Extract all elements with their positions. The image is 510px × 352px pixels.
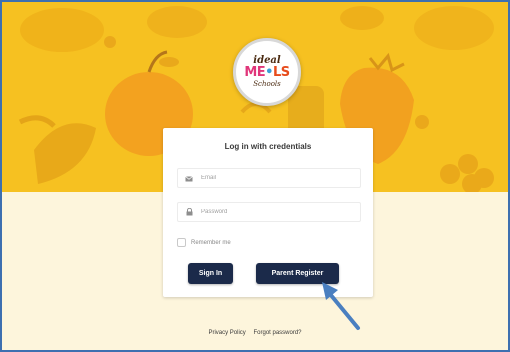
envelope-icon: [181, 169, 197, 187]
logo-main-text: ME•LS: [244, 65, 290, 80]
grape-shape: [440, 164, 460, 184]
logo-me: ME: [244, 65, 266, 80]
forgot-password-link[interactable]: Forgot password?: [253, 330, 301, 336]
apple-leaf: [159, 57, 179, 67]
footer-links: Privacy Policy Forgot password?: [2, 330, 508, 336]
fruit-shape: [340, 6, 384, 30]
seed-shape: [415, 115, 429, 129]
leaf-shape: [34, 123, 96, 184]
login-card: Log in with credentials Remember me Sign…: [163, 128, 373, 297]
ideal-meals-logo: ideal ME•LS Schools: [233, 38, 301, 106]
sign-in-button[interactable]: Sign In: [188, 263, 233, 284]
fruit-shape: [20, 8, 104, 52]
arrow-icon: [322, 282, 360, 330]
email-field[interactable]: [177, 168, 361, 188]
password-input[interactable]: [197, 209, 351, 215]
remember-checkbox[interactable]: [177, 238, 186, 247]
privacy-policy-link[interactable]: Privacy Policy: [208, 330, 245, 336]
page-frame: ideal ME•LS Schools Log in with credenti…: [0, 0, 510, 352]
leaf-curve: [18, 115, 56, 128]
remember-me[interactable]: Remember me: [177, 238, 231, 247]
fruit-shape: [147, 6, 207, 38]
login-title: Log in with credentials: [224, 142, 312, 151]
logo-ls: LS: [272, 65, 290, 80]
logo-bottom-text: Schools: [253, 80, 281, 88]
lock-icon: [181, 203, 197, 221]
remember-label: Remember me: [191, 239, 231, 246]
fruit-shape: [414, 6, 494, 50]
seed-shape: [104, 36, 116, 48]
grape-shape: [458, 154, 478, 174]
logo-dot: •: [265, 65, 273, 80]
password-field[interactable]: [177, 202, 361, 222]
email-input[interactable]: [197, 175, 351, 181]
